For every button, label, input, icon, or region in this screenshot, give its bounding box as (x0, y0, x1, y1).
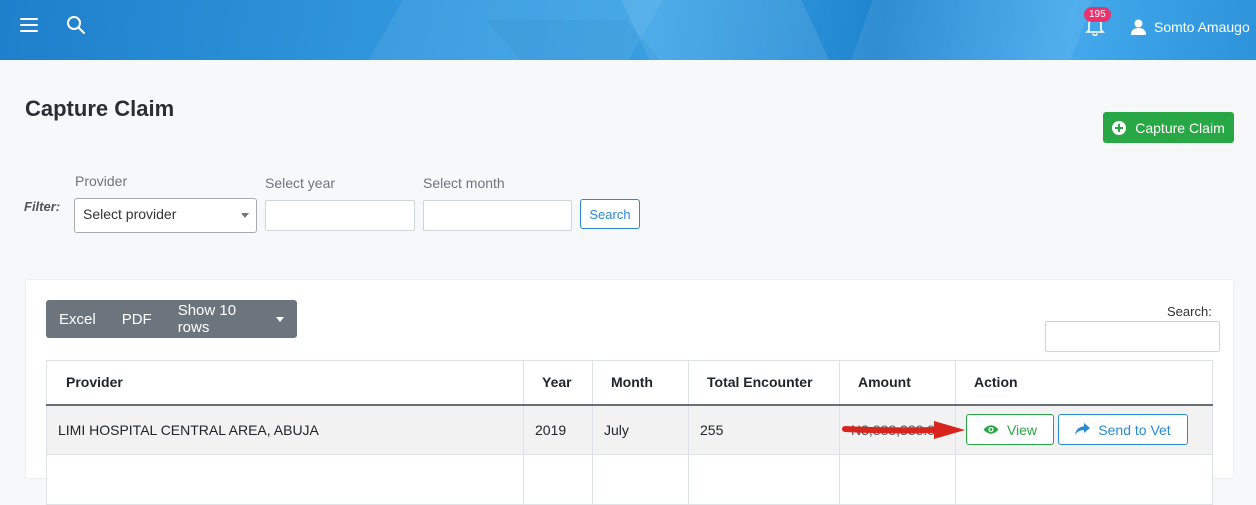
year-input[interactable] (265, 200, 415, 231)
cell-month: July (592, 404, 689, 455)
cell-action: View Send to Vet (955, 404, 1213, 455)
cell-empty (523, 454, 593, 505)
filter-label: Filter: (24, 199, 61, 214)
column-header-amount[interactable]: Amount (839, 360, 956, 406)
search-icon[interactable] (66, 15, 86, 35)
year-label: Select year (265, 175, 336, 191)
search-button[interactable]: Search (580, 199, 640, 229)
show-rows-label: Show 10 rows (177, 302, 237, 336)
user-menu[interactable]: Somto Amaugo (1131, 16, 1250, 38)
cell-total-encounter: 255 (688, 404, 840, 455)
table-row (46, 454, 1213, 505)
provider-select-value: Select provider (83, 206, 177, 222)
column-header-action: Action (955, 360, 1213, 406)
cell-empty (688, 454, 840, 505)
decorative-shape (836, 0, 1104, 60)
column-header-total-encounter[interactable]: Total Encounter (688, 360, 840, 406)
caret-down-icon (241, 213, 249, 218)
cell-provider: LIMI HOSPITAL CENTRAL AREA, ABUJA (46, 404, 524, 455)
send-to-vet-button[interactable]: Send to Vet (1058, 414, 1188, 446)
excel-button[interactable]: Excel (46, 300, 109, 338)
menu-icon[interactable] (20, 18, 38, 32)
view-button-label: View (1006, 421, 1038, 438)
table-search-input[interactable] (1045, 321, 1220, 352)
cell-amount: N3,888,388.88 (839, 404, 956, 455)
column-header-month[interactable]: Month (592, 360, 689, 406)
user-name: Somto Amaugo (1154, 19, 1250, 35)
table-row: LIMI HOSPITAL CENTRAL AREA, ABUJA 2019 J… (46, 404, 1213, 455)
provider-select[interactable]: Select provider (74, 198, 257, 233)
page-title: Capture Claim (25, 96, 175, 121)
table-search-label: Search: (1167, 304, 1212, 319)
notification-badge: 195 (1084, 7, 1111, 22)
pdf-button[interactable]: PDF (109, 300, 165, 338)
plus-circle-icon (1112, 120, 1127, 135)
export-button-group: Excel PDF Show 10 rows (46, 300, 297, 338)
cell-empty (955, 454, 1213, 505)
view-button[interactable]: View (966, 414, 1054, 446)
table-header-row: Provider Year Month Total Encounter Amou… (46, 360, 1213, 406)
cell-empty (592, 454, 689, 505)
month-input[interactable] (423, 200, 572, 231)
eye-icon (983, 425, 999, 434)
claims-table: Provider Year Month Total Encounter Amou… (46, 360, 1213, 505)
caret-down-icon (276, 316, 284, 322)
capture-claim-button[interactable]: Capture Claim (1103, 112, 1234, 143)
share-icon (1075, 423, 1091, 436)
column-header-year[interactable]: Year (523, 360, 593, 406)
column-header-provider[interactable]: Provider (46, 360, 524, 406)
top-navbar: 195 Somto Amaugo (0, 0, 1256, 60)
cell-empty (46, 454, 524, 505)
send-to-vet-label: Send to Vet (1098, 421, 1171, 438)
cell-empty (839, 454, 956, 505)
cell-year: 2019 (523, 404, 593, 455)
capture-claim-label: Capture Claim (1135, 119, 1225, 136)
provider-label: Provider (75, 173, 128, 189)
user-icon (1131, 19, 1146, 35)
show-rows-button[interactable]: Show 10 rows (165, 300, 297, 338)
month-label: Select month (423, 175, 505, 191)
